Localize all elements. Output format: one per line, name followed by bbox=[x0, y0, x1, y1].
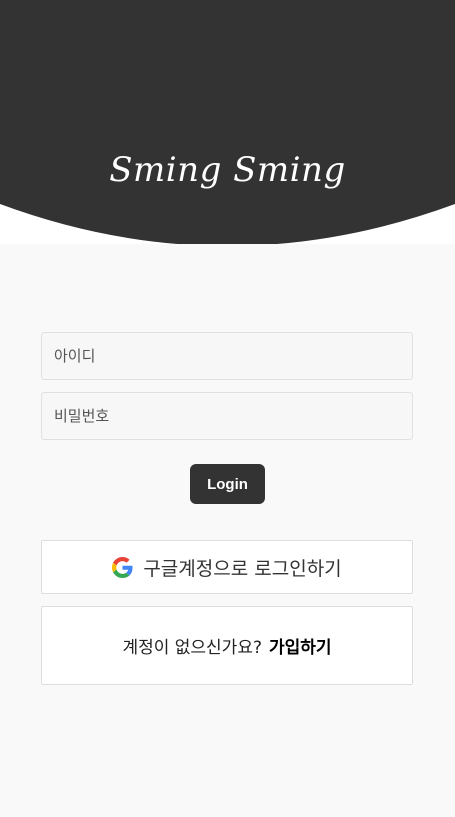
login-button[interactable]: Login bbox=[190, 464, 265, 504]
google-login-button[interactable]: 구글계정으로 로그인하기 bbox=[41, 540, 413, 594]
header: Sming Sming bbox=[0, 0, 455, 244]
app-logo: Sming Sming bbox=[109, 150, 346, 190]
id-input[interactable] bbox=[41, 332, 413, 380]
signup-prompt: 계정이 없으신가요? bbox=[122, 638, 262, 658]
header-arc bbox=[0, 0, 455, 244]
login-page: Sming Sming Login 구글계정으로 로그인하기 계정이 없으신가요… bbox=[0, 0, 455, 817]
signup-link[interactable]: 가입하기 bbox=[269, 633, 332, 658]
signup-box: 계정이 없으신가요? 가입하기 bbox=[41, 606, 413, 685]
google-login-label: 구글계정으로 로그인하기 bbox=[143, 557, 342, 580]
password-input[interactable] bbox=[41, 392, 413, 440]
google-g-icon bbox=[112, 556, 133, 578]
